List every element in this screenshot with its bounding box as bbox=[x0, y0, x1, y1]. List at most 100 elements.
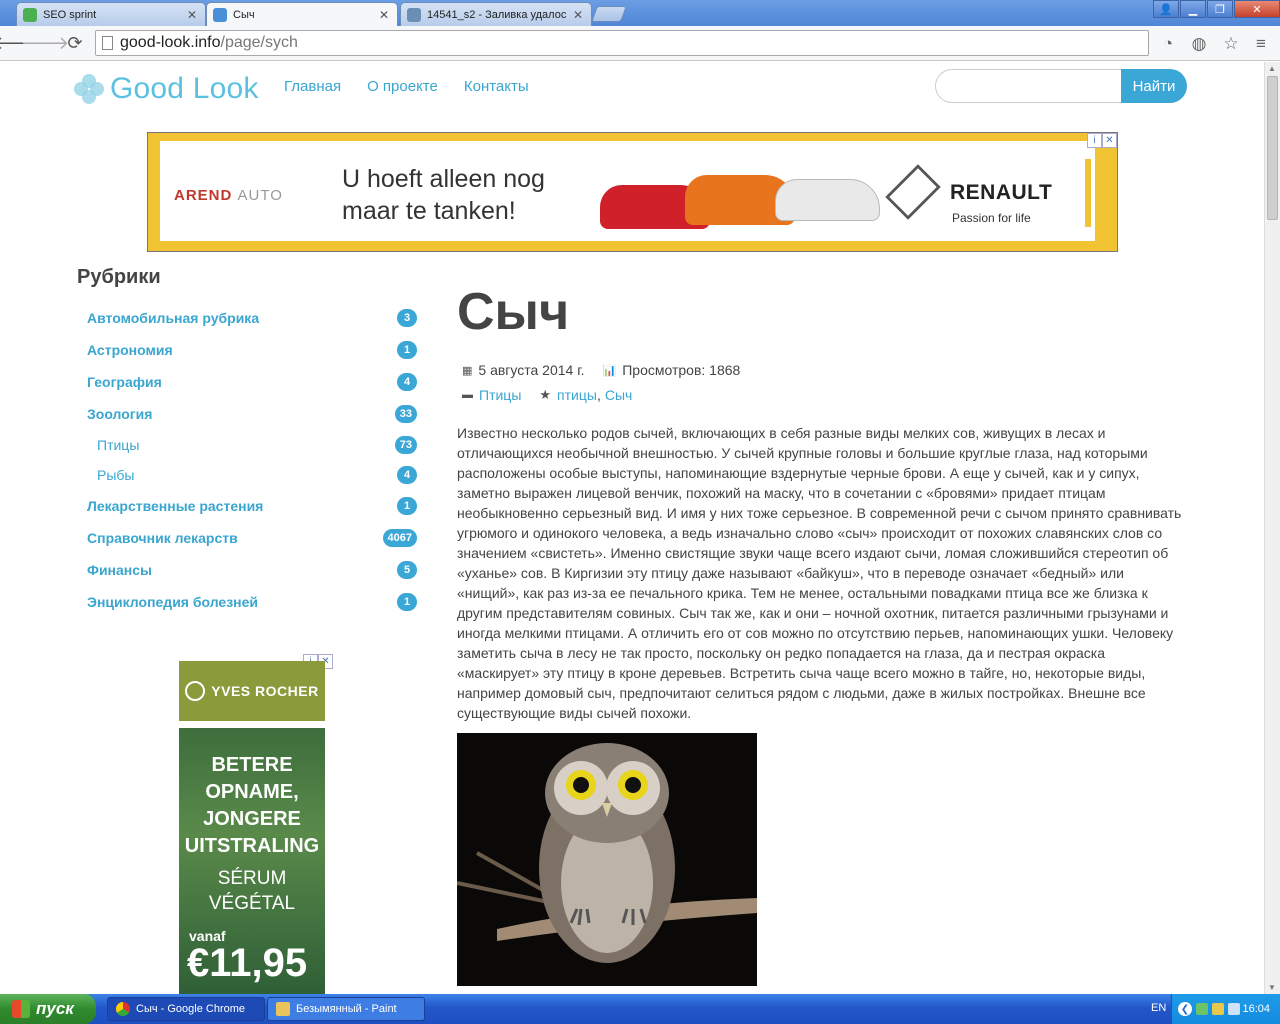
sidebar-item[interactable]: Астрономия 1 bbox=[77, 334, 419, 366]
menu-icon[interactable]: ≡ bbox=[1250, 33, 1272, 55]
search-input[interactable] bbox=[935, 69, 1125, 103]
ad-content: AREND AUTO U hoeft alleen nog maar te ta… bbox=[160, 141, 1095, 241]
count-badge: 4 bbox=[397, 373, 417, 391]
network-icon[interactable] bbox=[1196, 1003, 1208, 1015]
maximize-button[interactable]: ❐ bbox=[1207, 0, 1233, 18]
page-scrollbar[interactable]: ▲ ▼ bbox=[1264, 62, 1280, 994]
sidebar-item[interactable]: География 4 bbox=[77, 366, 419, 398]
count-badge: 73 bbox=[394, 436, 417, 454]
ad-product: SÉRUM VÉGÉTAL bbox=[208, 868, 296, 914]
web-page: Good Look Главная О проекте Контакты Най… bbox=[0, 62, 1264, 994]
close-icon[interactable]: ✕ bbox=[573, 8, 583, 22]
site-favicon-icon bbox=[213, 8, 227, 22]
ad-choices[interactable]: i ✕ bbox=[1087, 133, 1117, 148]
ad-banner-renault[interactable]: AREND AUTO U hoeft alleen nog maar te ta… bbox=[147, 132, 1118, 252]
arend-auto-logo: AREND AUTO bbox=[174, 187, 283, 204]
nav-about[interactable]: О проекте bbox=[367, 78, 438, 95]
count-badge: 1 bbox=[397, 341, 417, 359]
ad-serum-panel: BETERE OPNAME, JONGERE UITSTRALING SÉRUM… bbox=[179, 728, 325, 994]
tray-app-icon[interactable] bbox=[1212, 1003, 1224, 1015]
address-bar[interactable]: good-look.info/page/sych bbox=[95, 30, 1149, 56]
sidebar-item[interactable]: Энциклопедия болезней 1 bbox=[77, 586, 419, 618]
close-icon[interactable]: ✕ bbox=[1102, 133, 1117, 148]
window-controls: 👤 ▁ ❐ ✕ bbox=[1152, 0, 1280, 18]
sidebar-item[interactable]: Финансы 5 bbox=[77, 554, 419, 586]
calendar-icon: ▦ bbox=[462, 364, 473, 377]
search-button[interactable]: Найти bbox=[1121, 69, 1187, 103]
article-body: Известно несколько родов сычей, включающ… bbox=[457, 425, 1182, 721]
volume-icon[interactable] bbox=[1228, 1003, 1240, 1015]
article-title: Сыч bbox=[457, 283, 570, 341]
info-icon[interactable]: i bbox=[1087, 133, 1102, 148]
nav-contacts[interactable]: Контакты bbox=[464, 78, 529, 95]
logo-text: Good Look bbox=[110, 72, 259, 105]
category-list: Автомобильная рубрика 3 Астрономия 1 Геогр… bbox=[77, 302, 419, 618]
seo-sprint-favicon-icon bbox=[23, 7, 37, 22]
tag-link[interactable]: птицы bbox=[557, 387, 597, 403]
tag-link[interactable]: Сыч bbox=[605, 387, 632, 403]
chrome-icon bbox=[116, 1002, 130, 1016]
windows-flag-icon bbox=[12, 1000, 30, 1018]
count-badge: 1 bbox=[397, 497, 417, 515]
article-meta-row: ▦ 5 августа 2014 г. 📊 Просмотров: 1868 bbox=[462, 362, 740, 378]
scroll-down-arrow-icon[interactable]: ▼ bbox=[1268, 983, 1276, 992]
forward-arrow-icon[interactable]: 🡒 bbox=[21, 32, 69, 54]
new-tab-button[interactable] bbox=[591, 6, 627, 22]
article-category-link[interactable]: Птицы bbox=[479, 387, 521, 403]
sidebar-subitem[interactable]: Рыбы 4 bbox=[77, 460, 419, 490]
ad-headline: BETERE OPNAME, JONGERE UITSTRALING bbox=[184, 754, 320, 857]
translate-globe-icon[interactable]: ◍ bbox=[1188, 33, 1210, 55]
close-window-button[interactable]: ✕ bbox=[1234, 0, 1280, 18]
language-indicator[interactable]: EN bbox=[1151, 1002, 1166, 1014]
main-nav: Главная О проекте Контакты bbox=[284, 78, 529, 95]
site-logo[interactable]: Good Look bbox=[74, 72, 259, 106]
close-icon[interactable]: ✕ bbox=[187, 8, 197, 22]
article-date: 5 августа 2014 г. bbox=[478, 362, 585, 378]
ad-accent-bar bbox=[1085, 159, 1091, 227]
user-icon[interactable]: 👤 bbox=[1153, 0, 1179, 18]
image-favicon-icon bbox=[407, 7, 421, 22]
sidebar-title: Рубрики bbox=[77, 266, 161, 288]
ad-banner-yves-rocher[interactable]: i ✕ YVES ROCHER BETERE OPNAME, JONGERE U… bbox=[179, 654, 333, 994]
renault-tagline: Passion for life bbox=[952, 211, 1031, 225]
sidebar-item[interactable]: Зоология 33 bbox=[77, 398, 419, 430]
reload-icon[interactable]: ⟳ bbox=[63, 32, 87, 54]
system-tray: ❮ 16:04 bbox=[1171, 994, 1280, 1024]
star-icon: ★ bbox=[539, 387, 552, 402]
sidebar-item[interactable]: Лекарственные растения 1 bbox=[77, 490, 419, 522]
tab-sych[interactable]: Сыч ✕ bbox=[206, 2, 398, 27]
clock: 16:04 bbox=[1242, 1003, 1270, 1015]
close-icon[interactable]: ✕ bbox=[379, 8, 389, 22]
count-badge: 4067 bbox=[382, 529, 417, 547]
sidebar-subitem[interactable]: Птицы 73 bbox=[77, 430, 419, 460]
chevron-left-icon[interactable]: ❮ bbox=[1178, 1002, 1192, 1016]
nav-home[interactable]: Главная bbox=[284, 78, 341, 95]
browser-toolbar: 🡐 🡒 ⟳ good-look.info/page/sych ◔ ◍ ☆ ≡ bbox=[0, 26, 1280, 61]
tab-title: Сыч bbox=[233, 9, 255, 21]
sidebar-item[interactable]: Справочник лекарств 4067 bbox=[77, 522, 419, 554]
tab-title: SEO sprint bbox=[43, 8, 97, 21]
ad-slogan: U hoeft alleen nog maar te tanken! bbox=[342, 165, 545, 225]
task-chrome[interactable]: Сыч - Google Chrome bbox=[107, 997, 265, 1021]
renault-diamond-icon bbox=[885, 164, 941, 220]
article-views: Просмотров: 1868 bbox=[622, 362, 741, 378]
leaf-icon bbox=[185, 681, 206, 701]
extension-icon[interactable]: ◔ bbox=[1157, 33, 1179, 55]
url-path: /page/sych bbox=[220, 34, 298, 51]
folder-icon: ▬ bbox=[462, 389, 473, 401]
tab-upload[interactable]: 14541_s2 - Заливка удалос ✕ bbox=[400, 2, 592, 26]
count-badge: 3 bbox=[397, 309, 417, 327]
sidebar-item[interactable]: Автомобильная рубрика 3 bbox=[77, 302, 419, 334]
task-paint[interactable]: Безымянный - Paint bbox=[267, 997, 425, 1021]
scrollbar-thumb[interactable] bbox=[1267, 76, 1278, 220]
bookmark-star-icon[interactable]: ☆ bbox=[1220, 33, 1242, 55]
count-badge: 1 bbox=[397, 593, 417, 611]
yves-rocher-logo: YVES ROCHER bbox=[179, 661, 325, 721]
tab-seo-sprint[interactable]: SEO sprint ✕ bbox=[16, 2, 206, 26]
minimize-button[interactable]: ▁ bbox=[1180, 0, 1206, 18]
tab-strip: SEO sprint ✕ Сыч ✕ 14541_s2 - Заливка уд… bbox=[0, 0, 1280, 27]
start-button[interactable]: пуск bbox=[0, 994, 96, 1024]
renault-brand: RENAULT bbox=[950, 181, 1053, 204]
page-icon bbox=[102, 36, 113, 50]
scroll-up-arrow-icon[interactable]: ▲ bbox=[1268, 64, 1276, 73]
